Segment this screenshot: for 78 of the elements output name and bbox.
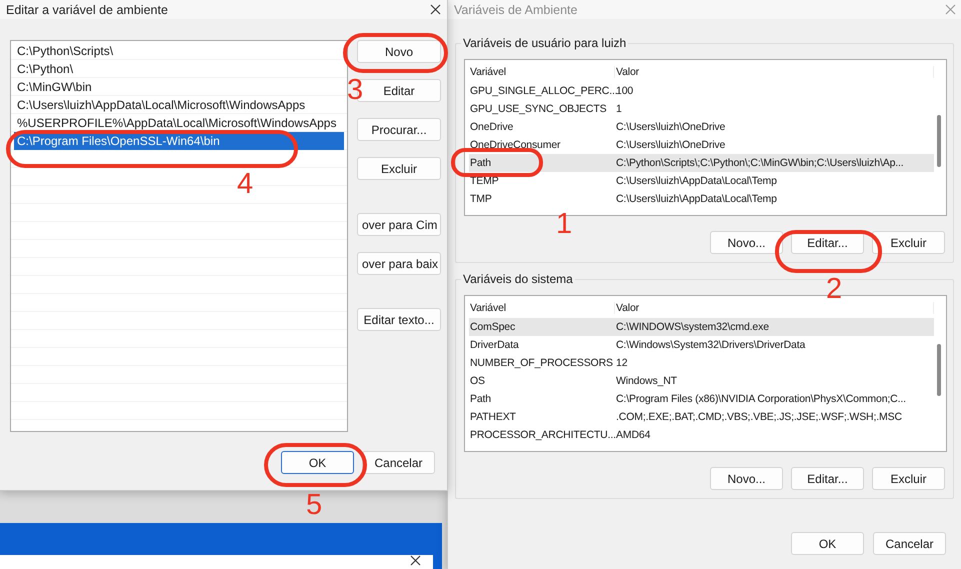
table-cell: C:\Python\Scripts\;C:\Python\;C:\MinGW\bin;C:\Users\luizh\Ap...	[615, 157, 904, 169]
group-title: Variáveis do sistema	[461, 272, 575, 286]
table-cell: C:\Users\luizh\AppData\Local\Temp	[615, 193, 777, 205]
table-cell: 12	[615, 357, 628, 369]
step-number: 2	[826, 274, 842, 304]
table-cell: C:\WINDOWS\system32\cmd.exe	[615, 321, 769, 333]
close-icon[interactable]	[410, 555, 421, 566]
table-row[interactable]: Path C:\Python\Scripts\;C:\Python\;C:\MinGW\bin;C:\Users\luizh\Ap...	[469, 154, 934, 172]
dialog-button[interactable]: Excluir	[357, 157, 441, 180]
dialog-button[interactable]: Cancelar	[362, 451, 435, 474]
group-title: Variáveis de usuário para luizh	[461, 36, 628, 50]
table-cell: TMP	[469, 193, 492, 205]
dialog-button[interactable]: Novo	[357, 40, 441, 63]
dialog-button[interactable]: Cancelar	[873, 532, 946, 555]
table-row[interactable]: OS Windows_NT	[469, 372, 934, 390]
dialog-button[interactable]: Novo...	[710, 467, 783, 490]
table-row[interactable]: TMP C:\Users\luizh\AppData\Local\Temp	[469, 190, 934, 208]
table-cell: OneDrive	[469, 121, 514, 133]
dialog-button[interactable]: Novo...	[710, 231, 783, 254]
list-item[interactable]: C:\Python\	[14, 60, 344, 78]
list-item[interactable]: C:\Users\luizh\AppData\Local\Microsoft\WindowsApps	[14, 96, 344, 114]
dialog-button[interactable]: OK	[791, 532, 864, 555]
table-cell: Windows_NT	[615, 375, 677, 387]
table-cell: Path	[469, 157, 491, 169]
window-title: Variáveis de Ambiente	[454, 2, 578, 16]
table-row[interactable]: OneDrive C:\Users\luizh\OneDrive	[469, 118, 934, 136]
table-row[interactable]: ComSpec C:\WINDOWS\system32\cmd.exe	[469, 318, 934, 336]
step-number: 1	[556, 209, 572, 239]
step-number: 4	[237, 169, 254, 199]
table-row[interactable]: OneDriveConsumer C:\Users\luizh\OneDrive	[469, 136, 934, 154]
table-row[interactable]: DriverData C:\Windows\System32\Drivers\DriverData	[469, 336, 934, 354]
table-cell: PATHEXT	[469, 411, 516, 423]
column-header[interactable]: Valor	[615, 302, 934, 314]
column-header[interactable]: Variável	[469, 66, 615, 78]
dialog-button[interactable]: Editar texto...	[357, 308, 441, 331]
table-row[interactable]: PROCESSOR_ARCHITECTU...AMD64	[469, 426, 934, 444]
table-cell: ComSpec	[469, 321, 516, 333]
table-row[interactable]: TEMP C:\Users\luizh\AppData\Local\Temp	[469, 172, 934, 190]
table-row[interactable]: GPU_USE_SYNC_OBJECTS 1	[469, 100, 934, 118]
table-cell-text: AMD64	[616, 429, 650, 441]
table-cell: DriverData	[469, 339, 519, 351]
table-cell: TEMP	[469, 175, 499, 187]
dialog-button[interactable]: over para Cim	[357, 213, 441, 236]
column-header[interactable]: Variável	[469, 302, 615, 314]
table-cell: OS	[469, 375, 485, 387]
table-cell: C:\Windows\System32\Drivers\DriverData	[615, 339, 806, 351]
list-item[interactable]: C:\Python\Scripts\	[14, 42, 344, 60]
table-cell: Path	[469, 393, 491, 405]
table-cell: C:\Users\luizh\AppData\Local\Temp	[615, 175, 777, 187]
step-number: 5	[306, 490, 322, 520]
table-cell: GPU_USE_SYNC_OBJECTS	[469, 103, 606, 115]
column-header[interactable]: Valor	[615, 66, 934, 78]
dialog-button[interactable]: OK	[281, 451, 354, 474]
table-row[interactable]: Path C:\Program Files (x86)\NVIDIA Corporation\PhysX\Common;C...	[469, 390, 934, 408]
table-cell: NUMBER_OF_PROCESSORS	[469, 357, 613, 369]
table-cell: C:\Program Files (x86)\NVIDIA Corporation\PhysX\Common;C...	[615, 393, 906, 405]
dialog-button[interactable]: Procurar...	[357, 118, 441, 141]
table-cell: C:\Users\luizh\OneDrive	[615, 121, 726, 133]
table-row[interactable]: GPU_SINGLE_ALLOC_PERC...100	[469, 82, 934, 100]
table-cell: OneDriveConsumer	[469, 139, 560, 151]
scrollbar-thumb[interactable]	[937, 344, 941, 396]
list-item[interactable]: C:\MinGW\bin	[14, 78, 344, 96]
dialog-button[interactable]: Excluir	[872, 467, 945, 490]
list-item[interactable]: %USERPROFILE%\AppData\Local\Microsoft\WindowsApps	[14, 114, 344, 132]
table-cell: PROCESSOR_ARCHITECTU...	[469, 429, 616, 441]
table-cell: C:\Users\luizh\OneDrive	[615, 139, 726, 151]
dialog-button[interactable]: Excluir	[872, 231, 945, 254]
table-cell: GPU_SINGLE_ALLOC_PERC...	[469, 85, 618, 97]
table-row[interactable]: NUMBER_OF_PROCESSORS 12	[469, 354, 934, 372]
dialog-button[interactable]: Editar...	[791, 467, 864, 490]
close-icon[interactable]	[430, 4, 441, 15]
table-cell: .COM;.EXE;.BAT;.CMD;.VBS;.VBE;.JS;.JSE;.WSF;.WSH;.MSC	[615, 411, 902, 423]
scrollbar-thumb[interactable]	[937, 115, 941, 167]
window-title: Editar a variável de ambiente	[6, 2, 168, 16]
table-row[interactable]: PATHEXT .COM;.EXE;.BAT;.CMD;.VBS;.VBE;.JS;.JSE;.WSF;.WSH;.MSC	[469, 408, 934, 426]
table-cell-text: 100	[616, 85, 634, 97]
dialog-button[interactable]: over para baix	[357, 252, 441, 275]
table-cell: 1	[615, 103, 622, 115]
